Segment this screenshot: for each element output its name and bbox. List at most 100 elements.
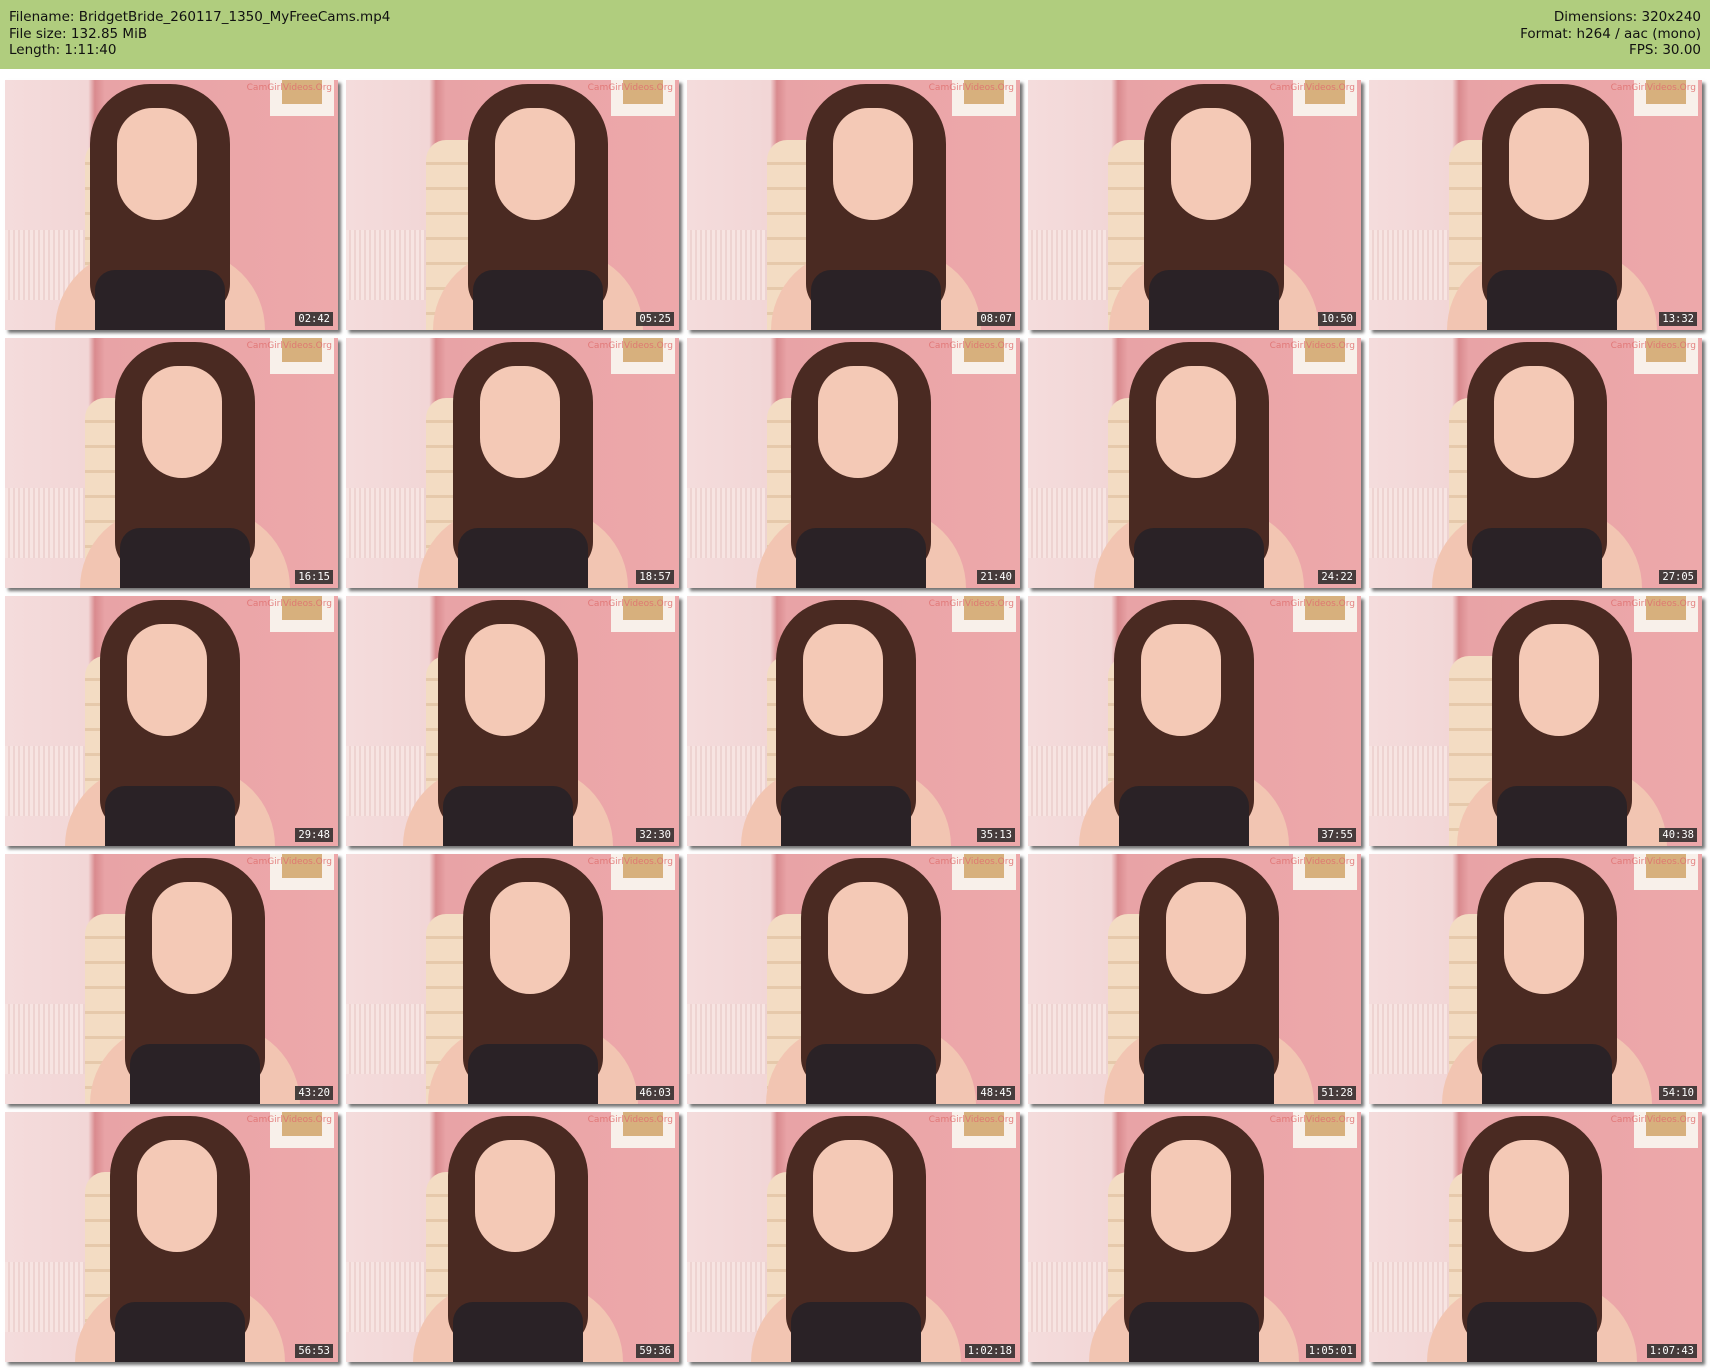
- person-face: [480, 366, 560, 478]
- timestamp-label: 1:02:18: [964, 1344, 1015, 1358]
- person-face: [1519, 624, 1599, 736]
- watermark: CamGirlVideos.Org: [246, 341, 332, 351]
- timestamp-label: 59:36: [636, 1344, 674, 1358]
- timestamp-label: 1:07:43: [1646, 1344, 1697, 1358]
- radiator: [5, 1004, 85, 1074]
- person-face: [142, 366, 222, 478]
- radiator: [687, 1004, 767, 1074]
- video-thumbnail: CamGirlVideos.Org 10:50: [1028, 80, 1361, 330]
- person-top: [1149, 270, 1279, 330]
- person-top: [468, 1044, 598, 1104]
- file-size-label: File size: 132.85 MiB: [9, 25, 148, 42]
- dimensions-label: Dimensions: 320x240: [1553, 9, 1701, 25]
- person-face: [1141, 624, 1221, 736]
- watermark: CamGirlVideos.Org: [246, 599, 332, 609]
- person-top: [796, 528, 926, 588]
- watermark: CamGirlVideos.Org: [587, 83, 673, 93]
- person-face: [465, 624, 545, 736]
- person-top: [95, 270, 225, 330]
- timestamp-label: 40:38: [1659, 828, 1697, 842]
- format-label: Format: h264 / aac (mono): [1520, 25, 1701, 42]
- person-face: [117, 108, 197, 220]
- person-face: [803, 624, 883, 736]
- file-info-right: Dimensions: 320x240 Format: h264 / aac (…: [1520, 9, 1701, 59]
- video-thumbnail: CamGirlVideos.Org 54:10: [1369, 854, 1702, 1104]
- watermark: CamGirlVideos.Org: [928, 857, 1014, 867]
- timestamp-label: 10:50: [1318, 312, 1356, 326]
- timestamp-label: 56:53: [295, 1344, 333, 1358]
- radiator: [1369, 488, 1449, 558]
- watermark: CamGirlVideos.Org: [928, 599, 1014, 609]
- fps-label: FPS: 30.00: [1629, 42, 1701, 58]
- video-thumbnail: CamGirlVideos.Org 13:32: [1369, 80, 1702, 330]
- file-info-left: Filename: BridgetBride_260117_1350_MyFre…: [9, 9, 390, 59]
- timestamp-label: 48:45: [977, 1086, 1015, 1100]
- person-face: [813, 1140, 893, 1252]
- radiator: [346, 230, 426, 300]
- person-top: [473, 270, 603, 330]
- person-face: [1509, 108, 1589, 220]
- person-face: [1494, 366, 1574, 478]
- person-top: [1472, 528, 1602, 588]
- timestamp-label: 32:30: [636, 828, 674, 842]
- timestamp-label: 02:42: [295, 312, 333, 326]
- person-top: [458, 528, 588, 588]
- timestamp-label: 54:10: [1659, 1086, 1697, 1100]
- radiator: [1369, 1004, 1449, 1074]
- video-thumbnail: CamGirlVideos.Org 24:22: [1028, 338, 1361, 588]
- timestamp-label: 1:05:01: [1305, 1344, 1356, 1358]
- video-thumbnail: CamGirlVideos.Org 35:13: [687, 596, 1020, 846]
- person-top: [120, 528, 250, 588]
- video-thumbnail: CamGirlVideos.Org 08:07: [687, 80, 1020, 330]
- watermark: CamGirlVideos.Org: [1269, 83, 1355, 93]
- watermark: CamGirlVideos.Org: [1610, 83, 1696, 93]
- video-thumbnail: CamGirlVideos.Org 21:40: [687, 338, 1020, 588]
- person-face: [495, 108, 575, 220]
- person-top: [130, 1044, 260, 1104]
- watermark: CamGirlVideos.Org: [587, 857, 673, 867]
- watermark: CamGirlVideos.Org: [1610, 599, 1696, 609]
- video-thumbnail: CamGirlVideos.Org 51:28: [1028, 854, 1361, 1104]
- info-header: Filename: BridgetBride_260117_1350_MyFre…: [0, 0, 1710, 69]
- person-face: [127, 624, 207, 736]
- timestamp-label: 51:28: [1318, 1086, 1356, 1100]
- filename-label: Filename: BridgetBride_260117_1350_MyFre…: [9, 9, 391, 25]
- person-top: [811, 270, 941, 330]
- video-thumbnail: CamGirlVideos.Org 43:20: [5, 854, 338, 1104]
- video-thumbnail: CamGirlVideos.Org 1:02:18: [687, 1112, 1020, 1362]
- timestamp-label: 13:32: [1659, 312, 1697, 326]
- person-face: [137, 1140, 217, 1252]
- video-thumbnail: CamGirlVideos.Org 1:07:43: [1369, 1112, 1702, 1362]
- watermark: CamGirlVideos.Org: [246, 83, 332, 93]
- timestamp-label: 29:48: [295, 828, 333, 842]
- radiator: [687, 488, 767, 558]
- watermark: CamGirlVideos.Org: [587, 1115, 673, 1125]
- person-top: [1487, 270, 1617, 330]
- person-top: [1134, 528, 1264, 588]
- video-thumbnail: CamGirlVideos.Org 40:38: [1369, 596, 1702, 846]
- video-thumbnail: CamGirlVideos.Org 59:36: [346, 1112, 679, 1362]
- radiator: [5, 488, 85, 558]
- watermark: CamGirlVideos.Org: [1610, 857, 1696, 867]
- video-thumbnail: CamGirlVideos.Org 16:15: [5, 338, 338, 588]
- watermark: CamGirlVideos.Org: [1610, 341, 1696, 351]
- radiator: [1369, 746, 1449, 816]
- timestamp-label: 24:22: [1318, 570, 1356, 584]
- video-thumbnail: CamGirlVideos.Org 46:03: [346, 854, 679, 1104]
- timestamp-label: 08:07: [977, 312, 1015, 326]
- person-face: [475, 1140, 555, 1252]
- video-thumbnail: CamGirlVideos.Org 56:53: [5, 1112, 338, 1362]
- radiator: [1369, 230, 1449, 300]
- watermark: CamGirlVideos.Org: [587, 341, 673, 351]
- video-thumbnail: CamGirlVideos.Org 27:05: [1369, 338, 1702, 588]
- person-face: [152, 882, 232, 994]
- video-thumbnail: CamGirlVideos.Org 02:42: [5, 80, 338, 330]
- timestamp-label: 43:20: [295, 1086, 333, 1100]
- video-thumbnail: CamGirlVideos.Org 18:57: [346, 338, 679, 588]
- person-top: [115, 1302, 245, 1362]
- timestamp-label: 35:13: [977, 828, 1015, 842]
- person-face: [1151, 1140, 1231, 1252]
- watermark: CamGirlVideos.Org: [246, 1115, 332, 1125]
- person-top: [1497, 786, 1627, 846]
- video-thumbnail: CamGirlVideos.Org 37:55: [1028, 596, 1361, 846]
